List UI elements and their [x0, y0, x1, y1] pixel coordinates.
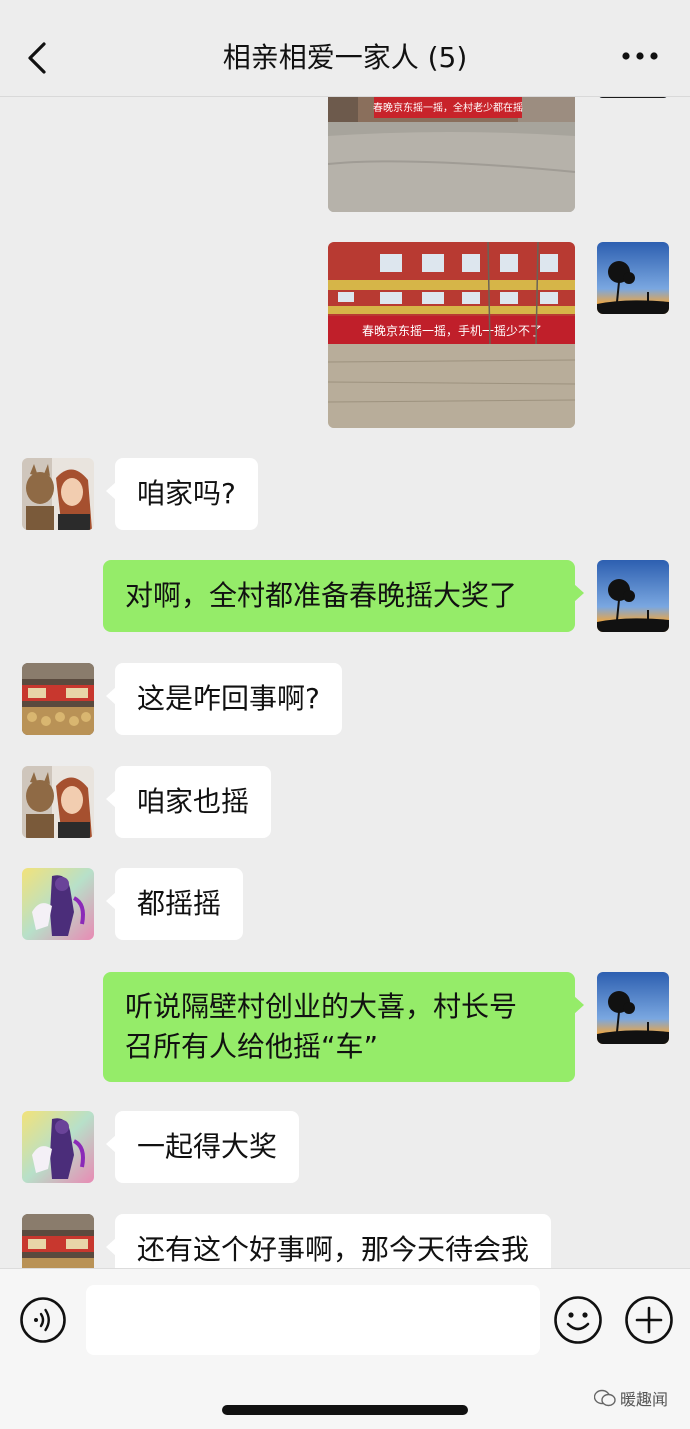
message-list[interactable]: 春晚京东摇一摇，全村老少都在摇 春晚京东摇一摇，手机一摇少不了 咱家吗? 对啊，… — [0, 96, 690, 1268]
message-bubble[interactable]: 这是咋回事啊? — [106, 663, 342, 735]
plus-icon[interactable] — [624, 1295, 674, 1345]
more-options-icon[interactable] — [618, 44, 662, 68]
message-bubble[interactable]: 还有这个好事啊，那今天待会我 — [105, 1214, 552, 1268]
message-text: 咱家也摇 — [137, 785, 250, 818]
avatar-purple-figure[interactable] — [22, 868, 94, 940]
message-text: 对啊，全村都准备春晚摇大奖了 — [125, 579, 518, 612]
avatar-purple-figure[interactable] — [22, 1111, 94, 1183]
avatar-woman-with-cat[interactable] — [22, 458, 94, 530]
emoji-icon[interactable] — [553, 1295, 603, 1345]
back-arrow-icon[interactable] — [22, 36, 54, 80]
photo-sign-text: 春晚京东摇一摇，全村老少都在摇 — [373, 101, 523, 114]
chat-title: 相亲相爱一家人 (5) — [222, 41, 468, 74]
message-text-line: 召所有人给他摇“车” — [125, 1030, 379, 1063]
photo-sign-text: 春晚京东摇一摇，手机一摇少不了 — [362, 324, 542, 338]
message-input[interactable] — [86, 1285, 540, 1355]
avatar-woman-with-cat[interactable] — [22, 766, 94, 838]
message-text: 都摇摇 — [137, 887, 222, 920]
message-text: 这是咋回事啊? — [137, 682, 320, 715]
my-avatar[interactable] — [597, 972, 669, 1044]
message-text-line: 听说隔壁村创业的大喜，村长号 — [125, 990, 518, 1023]
avatar-food-shop[interactable] — [22, 1214, 94, 1268]
my-avatar[interactable] — [597, 560, 669, 632]
message-bubble[interactable]: 对啊，全村都准备春晚摇大奖了 — [103, 560, 584, 632]
watermark-text: 暖趣闻 — [619, 1390, 668, 1409]
message-bubble[interactable]: 听说隔壁村创业的大喜，村长号 召所有人给他摇“车” — [103, 972, 584, 1082]
message-text: 一起得大奖 — [137, 1130, 278, 1163]
wechat-logo-icon — [593, 1389, 616, 1407]
avatar-food-shop[interactable] — [22, 663, 94, 735]
chat-header: 相亲相爱一家人 (5) — [0, 0, 690, 97]
message-bubble[interactable]: 咱家也摇 — [105, 766, 272, 838]
my-avatar[interactable] — [597, 242, 669, 314]
watermark: 暖趣闻 — [593, 1386, 668, 1410]
message-bubble[interactable]: 一起得大奖 — [105, 1111, 300, 1183]
message-text: 咱家吗? — [137, 477, 236, 510]
shared-photo-village-road[interactable]: 春晚京东摇一摇，全村老少都在摇 — [328, 96, 575, 212]
message-text: 还有这个好事啊，那今天待会我 — [137, 1233, 530, 1266]
voice-icon[interactable] — [19, 1296, 67, 1344]
message-bubble[interactable]: 咱家吗? — [106, 458, 258, 530]
message-bubble[interactable]: 都摇摇 — [105, 868, 244, 940]
home-indicator — [222, 1405, 468, 1415]
shared-photo-red-building[interactable]: 春晚京东摇一摇，手机一摇少不了 — [328, 242, 575, 428]
